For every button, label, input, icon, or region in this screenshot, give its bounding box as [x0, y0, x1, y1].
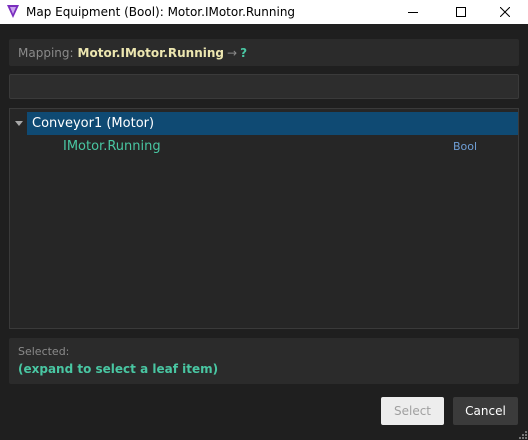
mapping-info-bar: Mapping: Motor.IMotor.Running → ?	[9, 39, 519, 66]
mapping-source-path: Motor.IMotor.Running	[77, 45, 224, 60]
maximize-icon	[456, 7, 466, 17]
tree-leaf-name: IMotor.Running	[63, 139, 161, 154]
map-equipment-dialog: Map Equipment (Bool): Motor.IMotor.Runni…	[0, 0, 528, 440]
tree-item-imotor-running[interactable]: IMotor.Running Bool	[27, 136, 518, 158]
minimize-button[interactable]	[390, 0, 436, 24]
selection-panel: Selected: (expand to select a leaf item)	[9, 338, 519, 384]
tree-item-conveyor1[interactable]: Conveyor1 (Motor)	[27, 112, 518, 135]
search-input[interactable]	[9, 74, 519, 99]
window-title: Map Equipment (Bool): Motor.IMotor.Runni…	[26, 5, 296, 19]
equipment-tree: Conveyor1 (Motor) IMotor.Running Bool	[9, 108, 519, 329]
resize-grip-icon[interactable]	[518, 430, 528, 440]
mapping-target: ?	[240, 45, 248, 60]
title-bar: Map Equipment (Bool): Motor.IMotor.Runni…	[0, 0, 528, 24]
selected-label: Selected:	[18, 345, 70, 358]
maximize-button[interactable]	[438, 0, 484, 24]
close-button[interactable]	[482, 0, 528, 24]
tree-item-label: Conveyor1 (Motor)	[32, 116, 155, 131]
mapping-label: Mapping:	[18, 45, 74, 60]
app-logo-icon	[7, 5, 19, 18]
close-icon	[500, 7, 510, 17]
mapping-arrow: →	[227, 45, 238, 60]
select-button[interactable]: Select	[381, 397, 444, 425]
tree-leaf-type: Bool	[453, 140, 478, 153]
selected-value: (expand to select a leaf item)	[18, 362, 219, 376]
minimize-icon	[408, 12, 418, 13]
cancel-button[interactable]: Cancel	[453, 397, 518, 425]
expand-arrow-icon[interactable]	[15, 121, 23, 126]
